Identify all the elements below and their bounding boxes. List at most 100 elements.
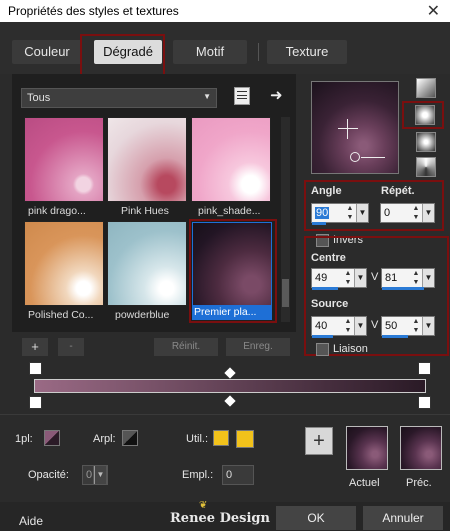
cancel-button[interactable]: Annuler [363,506,443,530]
thumbnail-label: powderblue [115,309,170,321]
angle-value: 90 [315,207,330,219]
center-v-value: 81 [385,272,398,284]
opacity-stop-marker[interactable] [418,396,431,409]
spin-arrows-icon[interactable]: ▲ ▼ [411,204,421,222]
center-h-input[interactable]: 49 ▲ ▼ ▼ [311,268,367,288]
divider [0,414,450,415]
spin-arrows-icon[interactable]: ▲ ▼ [411,317,421,335]
gradient-thumbnail[interactable] [107,117,187,202]
tab-couleur[interactable]: Couleur [12,40,82,64]
chevron-down-icon[interactable]: ▼ [422,317,434,335]
repeat-value: 0 [384,207,391,219]
chevron-down-icon[interactable]: ▼ [356,204,368,222]
opacity-label: Opacité: [28,469,69,481]
center-v-slider[interactable] [382,287,424,290]
current-swatch[interactable] [346,426,388,470]
center-v-input[interactable]: 81 ▲ ▼ ▼ [381,268,435,288]
util-swatch-primary[interactable] [213,430,229,446]
thumbnail-label: pink drago... [28,205,86,217]
center-v-label: V [371,271,379,283]
repeat-label: Répét. [381,185,415,197]
source-v-label: V [371,319,379,331]
thumbnail-label: Premier pla... [192,306,272,320]
window-title: Propriétés des styles et textures [8,4,179,18]
link-label: Liaison [333,343,368,355]
center-h-value: 49 [315,272,328,284]
sunburst-gradient-icon[interactable] [416,157,436,177]
scrollbar[interactable] [281,117,290,322]
ok-button[interactable]: OK [276,506,356,530]
empl-input[interactable]: 0 [222,465,254,485]
thumbnail-label: Pink Hues [121,205,169,217]
chevron-down-icon[interactable]: ▼ [354,269,366,287]
util-swatch-secondary[interactable] [236,430,254,448]
gradient-thumbnail[interactable] [24,117,104,202]
previous-label: Préc. [406,477,432,489]
chevron-down-icon[interactable]: ▼ [422,204,434,222]
gradient-thumbnail[interactable] [191,117,271,202]
rectangular-gradient-icon[interactable] [415,105,435,125]
add-to-palette-icon[interactable]: + [305,427,333,455]
gradient-thumbnail[interactable] [192,222,272,306]
opacity-stop-marker[interactable] [29,396,42,409]
angle-input[interactable]: 90 ▲ ▼ ▼ [311,203,369,223]
first-plane-swatch[interactable] [44,430,60,446]
gradient-thumbnail[interactable] [24,221,104,306]
empl-label: Empl.: [182,469,214,481]
scrollbar-thumb[interactable] [282,279,289,307]
angle-label: Angle [311,185,342,197]
spin-arrows-icon[interactable]: ▲ ▼ [411,269,421,287]
source-v-input[interactable]: 50 ▲ ▼ ▼ [381,316,435,336]
tab-texture[interactable]: Texture [267,40,347,64]
opacity-spin[interactable]: ▼ [93,465,107,485]
repeat-input[interactable]: 0 ▲ ▼ ▼ [380,203,435,223]
midpoint-marker[interactable] [224,367,236,379]
color-stop-marker[interactable] [29,362,42,375]
source-v-value: 50 [385,320,398,332]
center-label: Centre [311,252,346,264]
center-h-slider[interactable] [312,287,338,290]
chevron-down-icon[interactable]: ▼ [94,466,106,484]
previous-swatch[interactable] [400,426,442,470]
first-plane-label: 1pl: [15,433,33,445]
thumbnail-label: Polished Co... [28,309,94,321]
midpoint-marker[interactable] [224,395,236,407]
spin-arrows-icon[interactable]: ▲ ▼ [343,269,353,287]
category-dropdown-value: Tous [27,92,51,104]
empl-value: 0 [226,469,233,481]
chevron-down-icon[interactable]: ▼ [354,317,366,335]
background-plane-swatch[interactable] [122,430,138,446]
chevron-down-icon[interactable]: ▼ [422,269,434,287]
linear-gradient-icon[interactable] [416,78,436,98]
spin-arrows-icon[interactable]: ▲ ▼ [345,204,355,222]
current-label: Actuel [349,477,380,489]
butterfly-logo-icon: ❦ [199,500,208,511]
tab-divider [258,43,259,61]
source-h-input[interactable]: 40 ▲ ▼ ▼ [311,316,367,336]
help-link[interactable]: Aide [19,514,43,528]
reset-button[interactable]: Réinit. [154,338,218,356]
gradient-thumbnail[interactable] [107,221,187,306]
remove-button[interactable]: - [58,338,84,356]
close-icon[interactable]: ✕ [427,1,440,21]
spin-arrows-icon[interactable]: ▲ ▼ [343,317,353,335]
gradient-editor-bar[interactable] [34,379,426,393]
chevron-down-icon: ▼ [203,92,211,101]
color-stop-marker[interactable] [418,362,431,375]
link-checkbox[interactable] [316,343,329,356]
source-label: Source [311,298,349,310]
angle-slider[interactable] [312,222,326,225]
gradient-preview[interactable] [311,81,399,174]
source-h-slider[interactable] [312,335,333,338]
source-v-slider[interactable] [382,335,408,338]
arrow-right-icon[interactable]: ➜ [270,86,283,104]
category-dropdown[interactable]: Tous ▼ [21,88,217,108]
background-plane-label: Arpl: [93,433,116,445]
util-label: Util.: [186,433,208,445]
highlight-frame [80,34,165,76]
tab-motif[interactable]: Motif [173,40,247,64]
add-button[interactable]: + [22,338,48,356]
radial-gradient-icon[interactable] [416,132,436,152]
save-button[interactable]: Enreg. [226,338,290,356]
list-view-icon[interactable] [234,87,250,105]
